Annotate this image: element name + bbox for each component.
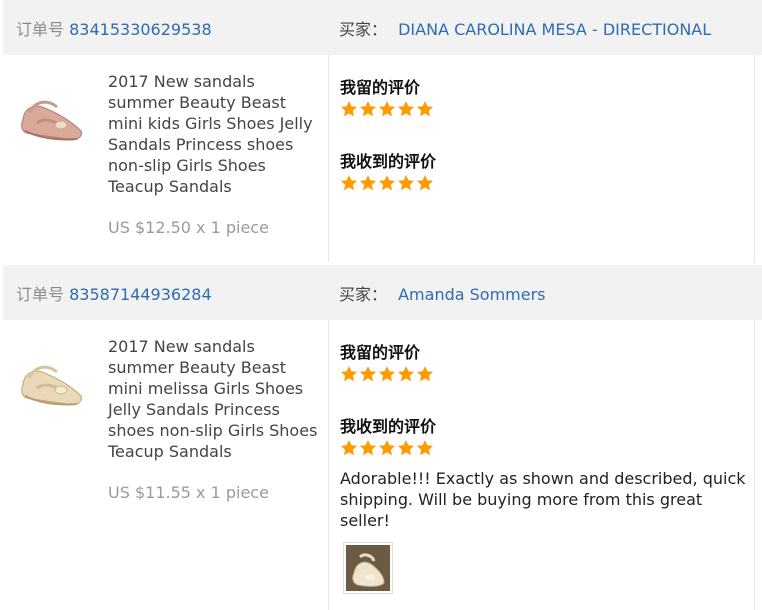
star-icon <box>378 101 396 117</box>
review-column: 我留的评价 我收到的评价 Adorable!!! Exactly as show… <box>328 320 755 610</box>
order-card: 订单号 83587144936284 买家： Amanda Sommers 20… <box>3 265 762 610</box>
product-title-link[interactable]: 2017 New sandals summer Beauty Beast min… <box>108 71 323 197</box>
received-review-heading: 我收到的评价 <box>340 417 437 436</box>
order-number-link[interactable]: 83415330629538 <box>69 20 212 39</box>
star-icon <box>397 175 415 191</box>
order-header: 订单号 83415330629538 买家： DIANA CAROLINA ME… <box>3 0 762 55</box>
price-quantity: US $11.55 x 1 piece <box>108 483 269 502</box>
star-icon <box>340 175 358 191</box>
buyer-label: 买家： <box>339 20 388 39</box>
buyer-name-link[interactable]: DIANA CAROLINA MESA - DIRECTIONAL <box>398 20 711 39</box>
order-number-row: 订单号 83587144936284 <box>16 281 212 305</box>
star-icon <box>397 440 415 456</box>
star-icon <box>340 366 358 382</box>
received-rating-stars <box>340 174 434 194</box>
buyer-label: 买家： <box>339 285 388 304</box>
order-card: 订单号 83415330629538 买家： DIANA CAROLINA ME… <box>3 0 762 265</box>
product-column: 2017 New sandals summer Beauty Beast min… <box>3 55 328 262</box>
pink-jelly-sandal-image[interactable] <box>17 79 89 151</box>
order-header: 订单号 83587144936284 买家： Amanda Sommers <box>3 265 762 320</box>
gold-jelly-sandal-image[interactable] <box>17 344 89 416</box>
star-icon <box>359 175 377 191</box>
buyer-review-text: Adorable!!! Exactly as shown and describ… <box>340 469 746 530</box>
star-icon <box>416 440 434 456</box>
star-icon <box>416 175 434 191</box>
order-body: 2017 New sandals summer Beauty Beast min… <box>3 320 755 610</box>
order-number-row: 订单号 83415330629538 <box>16 16 212 40</box>
product-title-link[interactable]: 2017 New sandals summer Beauty Beast min… <box>108 336 323 462</box>
star-icon <box>378 440 396 456</box>
my-rating-stars <box>340 100 434 120</box>
buyer-row: 买家： DIANA CAROLINA MESA - DIRECTIONAL <box>339 16 711 40</box>
buyer-name-link[interactable]: Amanda Sommers <box>398 285 545 304</box>
review-photo-image <box>346 545 390 591</box>
order-body: 2017 New sandals summer Beauty Beast min… <box>3 55 755 262</box>
star-icon <box>397 366 415 382</box>
price-quantity: US $12.50 x 1 piece <box>108 218 269 237</box>
star-icon <box>416 366 434 382</box>
product-column: 2017 New sandals summer Beauty Beast min… <box>3 320 328 610</box>
buyer-row: 买家： Amanda Sommers <box>339 281 546 305</box>
star-icon <box>397 101 415 117</box>
received-review-heading: 我收到的评价 <box>340 152 437 171</box>
received-rating-stars <box>340 439 434 459</box>
my-rating-stars <box>340 365 434 385</box>
star-icon <box>416 101 434 117</box>
my-review-heading: 我留的评价 <box>340 343 421 362</box>
star-icon <box>359 101 377 117</box>
star-icon <box>378 175 396 191</box>
order-number-label: 订单号 <box>16 285 65 304</box>
order-number-label: 订单号 <box>16 20 65 39</box>
order-number-link[interactable]: 83587144936284 <box>69 285 212 304</box>
my-review-heading: 我留的评价 <box>340 78 421 97</box>
star-icon <box>359 366 377 382</box>
review-photo-thumbnail[interactable] <box>343 542 393 594</box>
star-icon <box>378 366 396 382</box>
star-icon <box>359 440 377 456</box>
star-icon <box>340 440 358 456</box>
star-icon <box>340 101 358 117</box>
review-column: 我留的评价 我收到的评价 <box>328 55 755 262</box>
